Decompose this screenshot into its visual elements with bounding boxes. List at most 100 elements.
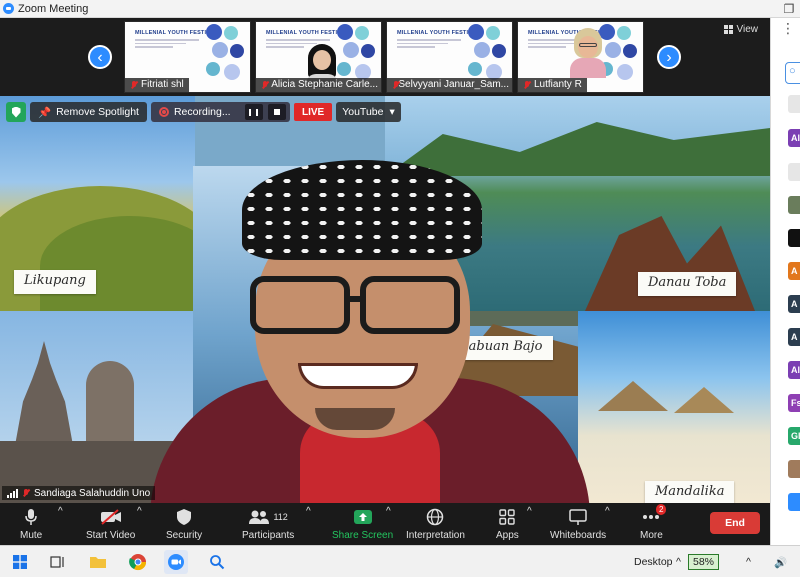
shield-icon	[176, 506, 192, 528]
desktop-toolbar[interactable]: Desktop	[634, 546, 673, 577]
encryption-shield-icon[interactable]	[6, 102, 26, 122]
zoom-taskbar-icon[interactable]	[164, 550, 188, 574]
chrome-icon[interactable]	[126, 550, 150, 574]
tray-overflow-chevron[interactable]: ^	[676, 546, 681, 577]
pin-icon: 📌	[38, 106, 52, 119]
speaker-name: Sandiaga Salahuddin Uno	[34, 487, 151, 499]
start-video-label: Start Video	[86, 530, 136, 541]
view-button[interactable]: View	[723, 24, 758, 35]
participant-thumbnail[interactable]: MILLENIAL YOUTH FESTIVAL Fitriati shl	[124, 21, 251, 93]
more-label: More	[640, 530, 663, 541]
end-meeting-button[interactable]: End	[710, 512, 760, 534]
interpretation-button[interactable]: Interpretation	[406, 506, 465, 541]
whiteboard-icon	[568, 506, 588, 528]
pause-recording-button[interactable]	[244, 104, 263, 120]
whiteboard-options-caret[interactable]: ^	[605, 506, 610, 517]
share-screen-icon	[353, 506, 373, 528]
mic-muted-icon	[130, 80, 138, 90]
participant-avatar[interactable]: A	[788, 262, 800, 280]
participants-icon: 112	[248, 506, 288, 528]
mute-label: Mute	[20, 530, 43, 541]
participant-nameplate: Fitriati shl	[125, 78, 189, 92]
panel-search-input[interactable]: ○	[785, 62, 800, 84]
gallery-prev-button[interactable]: ‹	[88, 45, 112, 69]
participants-options-caret[interactable]: ^	[306, 506, 311, 517]
speaker-nameplate: Sandiaga Salahuddin Uno	[2, 486, 156, 500]
windows-start-icon[interactable]	[8, 550, 32, 574]
participant-avatar[interactable]: Al	[788, 129, 800, 147]
meeting-toolbar: Mute ^ Start Video ^ Security 112 Partic…	[0, 503, 770, 545]
slide-pattern	[204, 22, 250, 92]
youtube-label: YouTube	[342, 106, 384, 118]
window-titlebar: Zoom Meeting ❐	[0, 0, 800, 18]
participants-label: Participants	[242, 530, 295, 541]
apps-icon	[498, 506, 516, 528]
participant-avatar[interactable]: Al	[788, 361, 800, 379]
task-view-icon[interactable]	[46, 550, 70, 574]
grid-view-icon	[723, 25, 733, 34]
share-screen-button[interactable]: Share Screen	[332, 506, 393, 541]
battery-indicator[interactable]: 58%	[688, 546, 720, 577]
windows-taskbar: Desktop ^ 58% ^ 🔊	[0, 545, 800, 577]
participant-nameplate: Lutfianty R	[518, 78, 587, 92]
signal-icon	[7, 488, 18, 498]
mute-button[interactable]: Mute	[20, 506, 42, 541]
search-taskbar-icon[interactable]	[205, 550, 229, 574]
video-options-caret[interactable]: ^	[137, 506, 142, 517]
participant-thumbnail[interactable]: MILLENIAL YOUTH FESTIVAL Selvyyani Janua…	[386, 21, 513, 93]
participant-name: Alicia Stephanie Carle...	[271, 79, 378, 90]
restore-icon[interactable]: ❐	[778, 0, 800, 18]
participant-avatar-photo[interactable]	[788, 196, 800, 214]
participant-avatar[interactable]: A	[788, 295, 800, 313]
participants-button[interactable]: 112 Participants	[242, 506, 294, 541]
gallery-next-button[interactable]: ›	[657, 45, 681, 69]
participant-avatar-photo[interactable]	[788, 493, 800, 511]
speaker-figure	[150, 158, 590, 503]
file-explorer-icon[interactable]	[86, 550, 110, 574]
system-tray-chevron[interactable]: ^	[746, 546, 751, 577]
security-label: Security	[166, 530, 203, 541]
mute-options-caret[interactable]: ^	[58, 506, 63, 517]
share-screen-label: Share Screen	[332, 530, 394, 541]
apps-options-caret[interactable]: ^	[527, 506, 532, 517]
live-badge[interactable]: LIVE	[293, 103, 333, 121]
desktop-label: Desktop	[634, 556, 673, 568]
mic-muted-icon	[523, 80, 531, 90]
more-badge: 2	[655, 504, 667, 515]
participant-thumbnail[interactable]: MILLENIAL YOUTH FESTIVAL Alicia Stephani…	[255, 21, 382, 93]
slide-text-lines	[397, 39, 461, 49]
place-caption: Danau Toba	[638, 272, 737, 296]
remove-spotlight-button[interactable]: 📌 Remove Spotlight	[30, 102, 147, 122]
participant-avatar[interactable]: Gl	[788, 427, 800, 445]
youtube-stream-dropdown[interactable]: YouTube ▾	[336, 102, 401, 122]
participant-avatar-photo[interactable]	[788, 460, 800, 478]
participant-nameplate: Alicia Stephanie Carle...	[256, 78, 381, 92]
mic-muted-icon	[261, 80, 268, 90]
participant-avatar-photo[interactable]	[788, 229, 800, 247]
participant-nameplate: Selvyyani Januar_Sam...	[387, 78, 512, 92]
meeting-area: ‹ MILLENIAL YOUTH FESTIVAL Fitriati shl	[0, 18, 770, 503]
panel-avatar-placeholder	[788, 163, 800, 181]
panel-more-icon[interactable]: ⋮	[781, 20, 795, 40]
search-icon: ○	[789, 65, 796, 77]
mic-muted-icon	[392, 80, 399, 90]
participant-thumbnail[interactable]: MILLENIAL YOUTH FESTIVAL Lutfianty R	[517, 21, 644, 93]
gallery-strip: ‹ MILLENIAL YOUTH FESTIVAL Fitriati shl	[0, 18, 770, 96]
share-options-caret[interactable]: ^	[386, 506, 391, 517]
more-button[interactable]: 2 More	[640, 504, 667, 541]
whiteboards-button[interactable]: Whiteboards	[550, 506, 606, 541]
place-caption: Mandalika	[645, 481, 735, 503]
apps-label: Apps	[496, 530, 519, 541]
globe-icon	[426, 506, 444, 528]
start-video-button[interactable]: Start Video	[86, 506, 135, 541]
participant-avatar[interactable]: A	[788, 328, 800, 346]
chevron-down-icon: ▾	[389, 106, 395, 118]
participant-video	[568, 28, 608, 78]
participant-avatar[interactable]: Fs	[788, 394, 800, 412]
stop-recording-button[interactable]	[267, 104, 286, 120]
volume-icon[interactable]: 🔊	[774, 546, 787, 577]
battery-percent: 58%	[688, 554, 720, 570]
apps-button[interactable]: Apps	[496, 506, 519, 541]
security-button[interactable]: Security	[166, 506, 202, 541]
slide-text-lines	[135, 39, 199, 49]
